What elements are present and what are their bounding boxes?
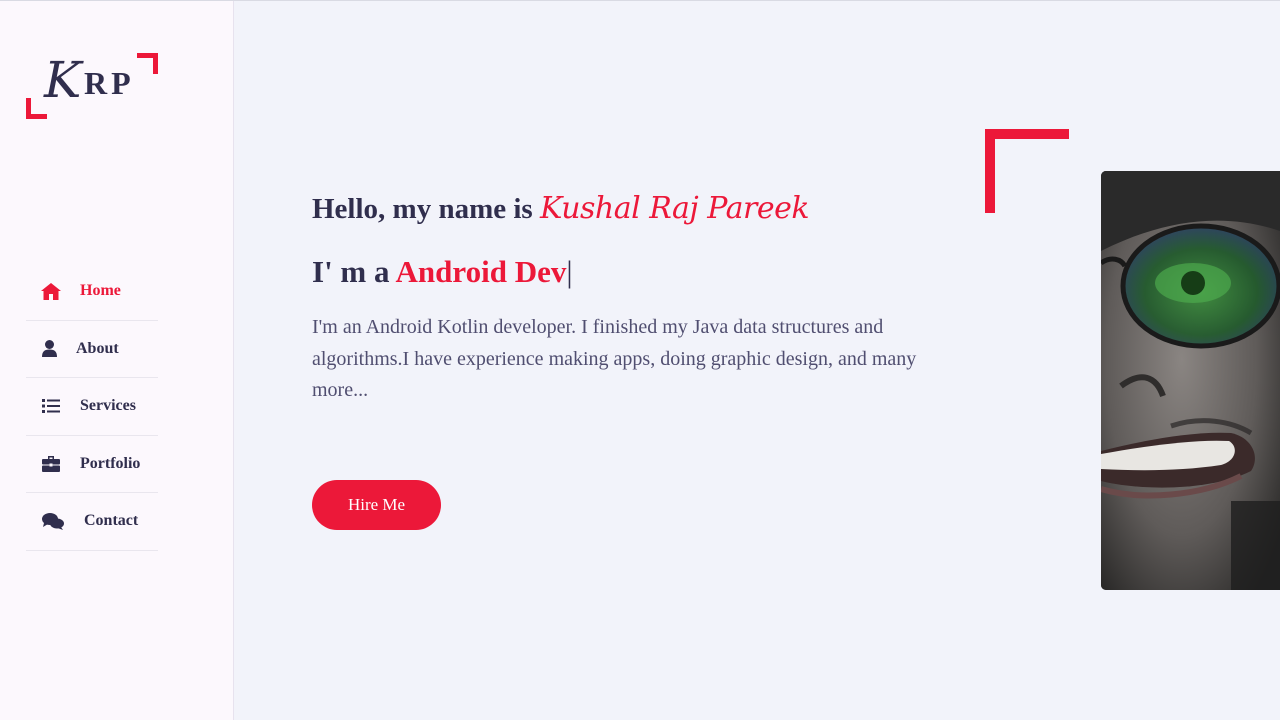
sidebar: K RP Home About Services Portfolio Conta… xyxy=(0,1,234,720)
logo-letters-rp: RP xyxy=(84,65,135,101)
nav-item-about[interactable]: About xyxy=(26,321,158,378)
decorative-corner xyxy=(985,129,1069,213)
page: K RP Home About Services Portfolio Conta… xyxy=(0,0,1280,720)
nav-item-label: Home xyxy=(80,282,121,300)
main-nav: Home About Services Portfolio Contact xyxy=(26,263,158,551)
nav-item-home[interactable]: Home xyxy=(26,263,158,321)
nav-item-label: Contact xyxy=(84,512,139,530)
greeting-text: Hello, my name is xyxy=(312,193,533,225)
nav-item-label: Portfolio xyxy=(80,454,141,472)
list-icon xyxy=(26,399,76,414)
intro-description: I'm an Android Kotlin developer. I finis… xyxy=(312,316,917,401)
briefcase-icon xyxy=(26,455,76,472)
nav-item-portfolio[interactable]: Portfolio xyxy=(26,436,158,493)
nav-item-services[interactable]: Services xyxy=(26,378,158,436)
role-heading: I' m a Android Dev| xyxy=(312,254,573,290)
role-prefix: I' m a xyxy=(312,254,390,289)
nav-item-label: About xyxy=(76,339,119,357)
logo[interactable]: K RP xyxy=(26,53,158,119)
profile-photo xyxy=(1101,171,1280,590)
hire-me-button[interactable]: Hire Me xyxy=(312,480,441,530)
role-text: Android Dev xyxy=(395,254,567,289)
comments-icon xyxy=(26,512,80,530)
user-icon xyxy=(26,340,72,358)
logo-corner-top-right xyxy=(137,53,158,74)
typing-cursor: | xyxy=(566,254,573,289)
home-icon xyxy=(26,282,76,300)
nav-item-contact[interactable]: Contact xyxy=(26,493,158,551)
greeting-heading: Hello, my name is Kushal Raj Pareek xyxy=(312,191,810,226)
logo-letter-k: K xyxy=(44,51,82,109)
author-name: Kushal Raj Pareek xyxy=(539,191,810,226)
nav-item-label: Services xyxy=(80,397,136,415)
